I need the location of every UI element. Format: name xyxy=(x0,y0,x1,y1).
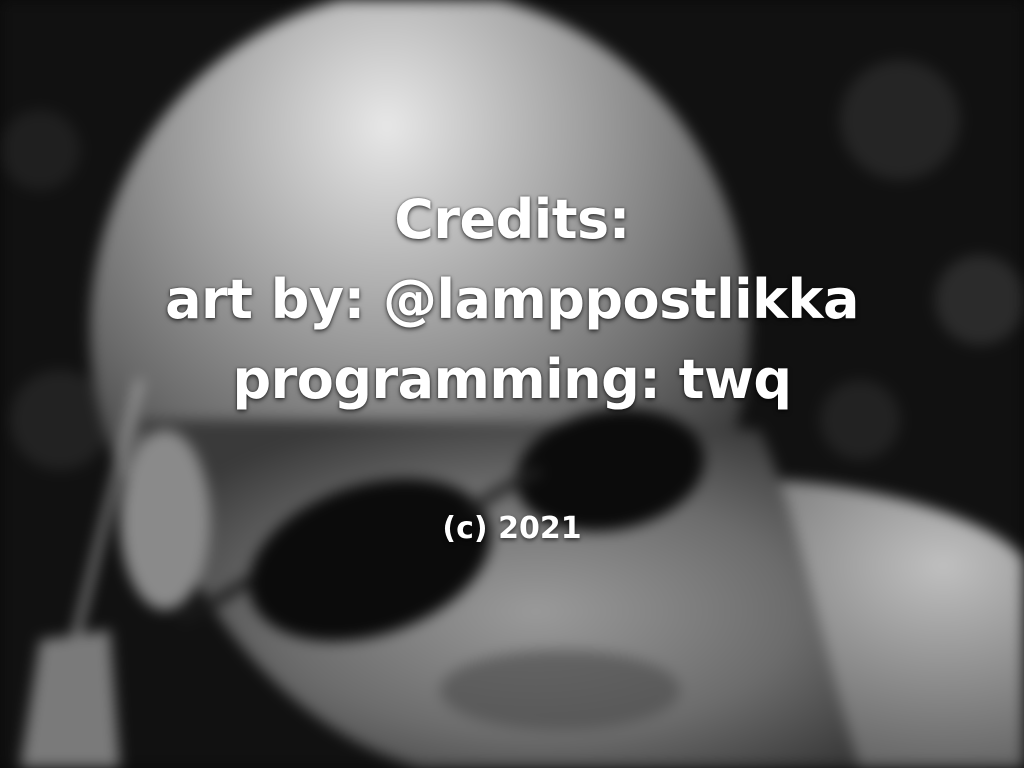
copyright-text: (c) 2021 xyxy=(442,511,582,546)
credits-art-line: art by: @lamppostlikka xyxy=(165,268,859,331)
credits-screen: Credits: art by: @lamppostlikka programm… xyxy=(0,0,1024,768)
credits-heading: Credits: xyxy=(394,188,630,251)
credits-text-block: Credits: art by: @lamppostlikka programm… xyxy=(0,180,1024,420)
credits-programming-line: programming: twq xyxy=(232,348,793,411)
